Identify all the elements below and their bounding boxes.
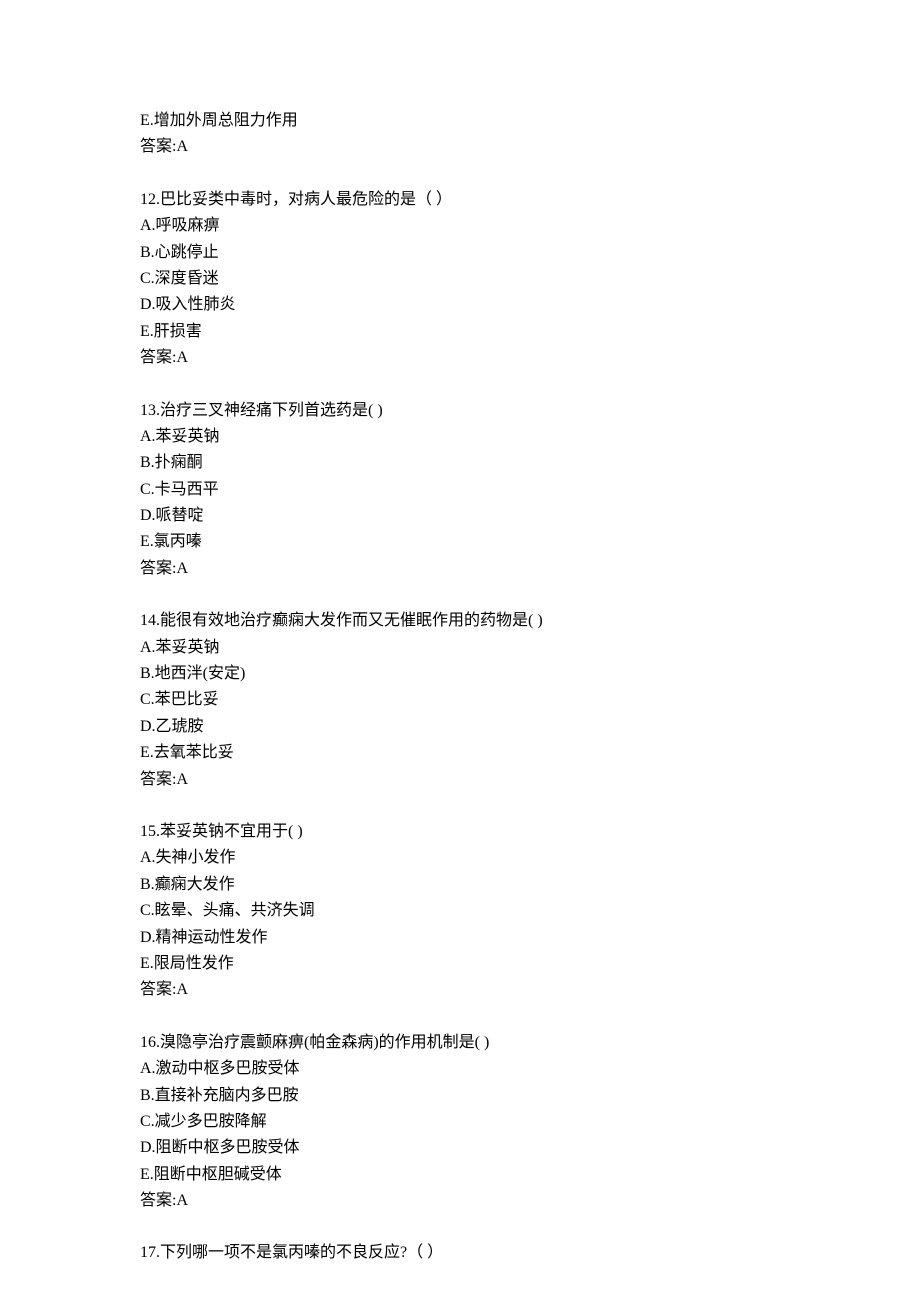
option-text: C.深度昏迷 xyxy=(140,266,780,292)
option-text: E.氯丙嗪 xyxy=(140,529,780,555)
question-stem: 16.溴隐亭治疗震颤麻痹(帕金森病)的作用机制是( ) xyxy=(140,1030,780,1056)
question-stem: 13.治疗三叉神经痛下列首选药是( ) xyxy=(140,398,780,424)
option-text: E.去氧苯比妥 xyxy=(140,740,780,766)
option-text: C.苯巴比妥 xyxy=(140,687,780,713)
option-text: B.扑痫酮 xyxy=(140,450,780,476)
option-text: D.吸入性肺炎 xyxy=(140,292,780,318)
option-text: A.苯妥英钠 xyxy=(140,424,780,450)
option-text: D.哌替啶 xyxy=(140,503,780,529)
answer-text: 答案:A xyxy=(140,556,780,582)
question-block-12: 12.巴比妥类中毒时，对病人最危险的是（ ） A.呼吸麻痹 B.心跳停止 C.深… xyxy=(140,187,780,372)
option-text: E.限局性发作 xyxy=(140,951,780,977)
answer-text: 答案:A xyxy=(140,767,780,793)
option-text: D.乙琥胺 xyxy=(140,714,780,740)
option-text: C.卡马西平 xyxy=(140,477,780,503)
question-stem: 15.苯妥英钠不宜用于( ) xyxy=(140,819,780,845)
option-text: A.苯妥英钠 xyxy=(140,635,780,661)
partial-question-top: E.增加外周总阻力作用 答案:A xyxy=(140,108,780,161)
option-text: E.阻断中枢胆碱受体 xyxy=(140,1162,780,1188)
question-stem: 17.下列哪一项不是氯丙嗪的不良反应?（ ） xyxy=(140,1240,780,1266)
question-block-14: 14.能很有效地治疗癫痫大发作而又无催眠作用的药物是( ) A.苯妥英钠 B.地… xyxy=(140,608,780,793)
option-text: D.精神运动性发作 xyxy=(140,925,780,951)
answer-text: 答案:A xyxy=(140,345,780,371)
option-text: B.地西泮(安定) xyxy=(140,661,780,687)
option-text: E.增加外周总阻力作用 xyxy=(140,108,780,134)
question-block-16: 16.溴隐亭治疗震颤麻痹(帕金森病)的作用机制是( ) A.激动中枢多巴胺受体 … xyxy=(140,1030,780,1215)
option-text: D.阻断中枢多巴胺受体 xyxy=(140,1135,780,1161)
question-block-15: 15.苯妥英钠不宜用于( ) A.失神小发作 B.癫痫大发作 C.眩晕、头痛、共… xyxy=(140,819,780,1004)
question-stem: 12.巴比妥类中毒时，对病人最危险的是（ ） xyxy=(140,187,780,213)
question-block-13: 13.治疗三叉神经痛下列首选药是( ) A.苯妥英钠 B.扑痫酮 C.卡马西平 … xyxy=(140,398,780,583)
option-text: C.眩晕、头痛、共济失调 xyxy=(140,898,780,924)
option-text: C.减少多巴胺降解 xyxy=(140,1109,780,1135)
option-text: A.激动中枢多巴胺受体 xyxy=(140,1056,780,1082)
answer-text: 答案:A xyxy=(140,134,780,160)
answer-text: 答案:A xyxy=(140,977,780,1003)
option-text: B.心跳停止 xyxy=(140,240,780,266)
option-text: B.直接补充脑内多巴胺 xyxy=(140,1083,780,1109)
option-text: E.肝损害 xyxy=(140,319,780,345)
option-text: B.癫痫大发作 xyxy=(140,872,780,898)
option-text: A.失神小发作 xyxy=(140,845,780,871)
question-stem: 14.能很有效地治疗癫痫大发作而又无催眠作用的药物是( ) xyxy=(140,608,780,634)
answer-text: 答案:A xyxy=(140,1188,780,1214)
question-block-17-partial: 17.下列哪一项不是氯丙嗪的不良反应?（ ） xyxy=(140,1240,780,1266)
option-text: A.呼吸麻痹 xyxy=(140,213,780,239)
